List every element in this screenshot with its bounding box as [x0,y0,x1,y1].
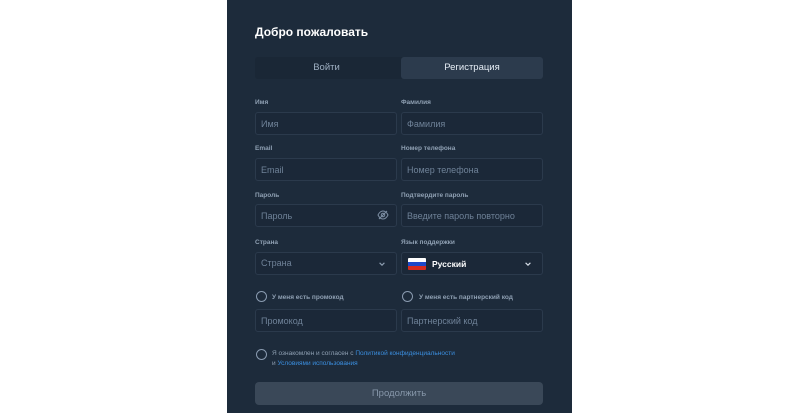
confirm-password-input[interactable] [401,204,543,227]
promo-checkbox-label: У меня есть промокод [272,294,344,301]
country-select-value: Страна [261,258,292,268]
russia-flag-icon [408,258,426,270]
support-language-value: Русский [432,259,467,269]
continue-button[interactable]: Продолжить [255,382,543,405]
page-title: Добро пожаловать [255,25,369,39]
agreement-checkbox[interactable] [256,349,267,360]
support-language-label: Язык поддержки [401,239,455,246]
first-name-input[interactable] [255,112,397,135]
chevron-down-icon [525,262,531,266]
country-select[interactable]: Страна [255,252,397,275]
agreement-conjunction: и [272,360,276,367]
first-name-label: Имя [255,99,269,106]
confirm-password-label: Подтвердите пароль [401,192,469,199]
tab-login[interactable]: Войти [255,57,398,79]
terms-of-use-link[interactable]: Условиями использования [277,360,357,367]
last-name-label: Фамилия [401,99,431,106]
phone-input[interactable] [401,158,543,181]
agreement-text: Я ознакомлен и согласен с Политикой конф… [272,349,455,369]
password-label: Пароль [255,192,280,199]
agreement-prefix: Я ознакомлен и согласен с [272,350,354,357]
chevron-down-icon [379,262,385,266]
password-input[interactable] [255,204,397,227]
tab-register[interactable]: Регистрация [401,57,543,79]
eye-off-icon[interactable] [377,209,389,221]
phone-label: Номер телефона [401,145,456,152]
partner-code-input[interactable] [401,309,543,332]
email-label: Email [255,145,273,152]
promo-checkbox[interactable] [256,291,267,302]
country-label: Страна [255,239,279,246]
promo-code-input[interactable] [255,309,397,332]
partner-checkbox-label: У меня есть партнерский код [419,294,513,301]
privacy-policy-link[interactable]: Политикой конфиденциальности [355,350,454,357]
email-input[interactable] [255,158,397,181]
partner-checkbox[interactable] [402,291,413,302]
last-name-input[interactable] [401,112,543,135]
auth-tabs: Войти Регистрация [255,57,543,79]
